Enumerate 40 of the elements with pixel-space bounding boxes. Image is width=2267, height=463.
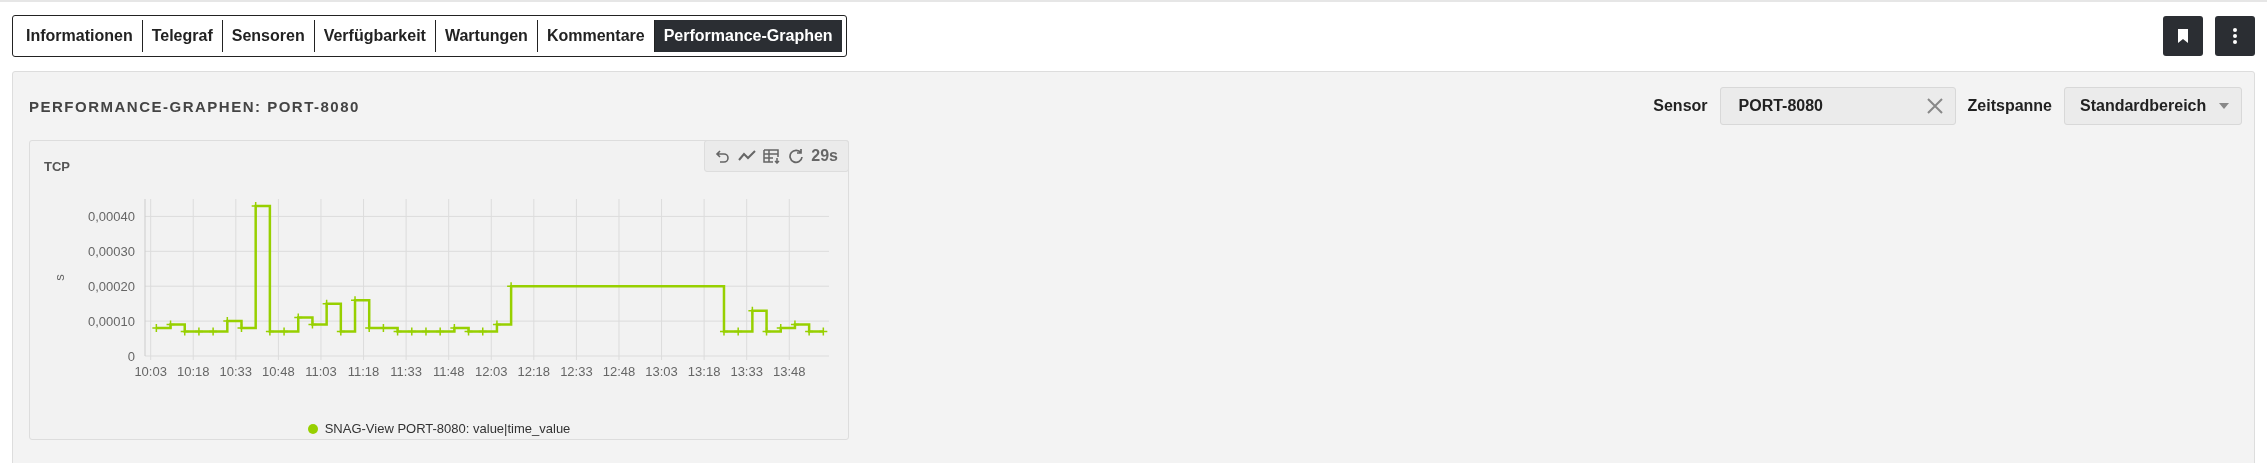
caret-icon [2219,103,2229,109]
legend-label[interactable]: SNAG-View PORT-8080: value|time_value [324,421,571,436]
x-axis-label: 10:48 [262,364,295,379]
sensor-label: Sensor [1653,97,1708,115]
y-axis-label: 0,00010 [88,314,135,330]
x-axis-label: 13:03 [645,364,678,379]
chart-title: TCP [44,159,70,176]
x-axis-label: 12:03 [475,364,508,379]
tab[interactable]: Performance-Graphen [654,20,842,52]
refresh-icon[interactable] [788,148,805,164]
timespan-dropdown[interactable]: Standardbereich [2064,87,2242,125]
bookmark-icon [2177,29,2189,43]
panel-title: PERFORMANCE-GRAPHEN: PORT-8080 [29,97,360,115]
y-axis-label: 0,00030 [88,244,135,260]
x-axis-label: 10:33 [219,364,253,379]
y-axis-title: s [52,274,67,281]
x-axis-label: 12:18 [517,364,551,379]
x-axis-label: 12:48 [602,364,636,379]
x-axis-label: 13:48 [773,364,806,379]
timespan-label: Zeitspanne [1967,97,2052,115]
x-axis-label: 10:18 [177,364,210,379]
refresh-interval: 29s [811,147,838,165]
x-axis-label: 13:18 [687,364,721,379]
more-button[interactable] [2215,16,2255,56]
x-axis-label: 11:48 [432,364,465,379]
y-axis-label: 0 [127,349,135,364]
undo-icon[interactable] [715,148,732,164]
x-axis-label: 13:33 [730,364,763,379]
y-axis-label: 0,00020 [88,279,135,295]
clear-icon[interactable] [1926,98,1943,114]
table-icon[interactable] [763,148,782,164]
x-axis-label: 10:03 [134,364,167,379]
bookmark-button[interactable] [2163,16,2203,56]
x-axis-label: 11:33 [390,364,422,379]
x-axis-label: 11:18 [347,364,380,379]
x-axis-label: 11:03 [305,364,337,379]
sensor-field[interactable]: PORT-8080 [1719,87,1956,125]
x-axis-label: 12:33 [560,364,593,379]
y-axis-label: 0,00040 [88,209,135,225]
more-icon [2233,28,2237,44]
